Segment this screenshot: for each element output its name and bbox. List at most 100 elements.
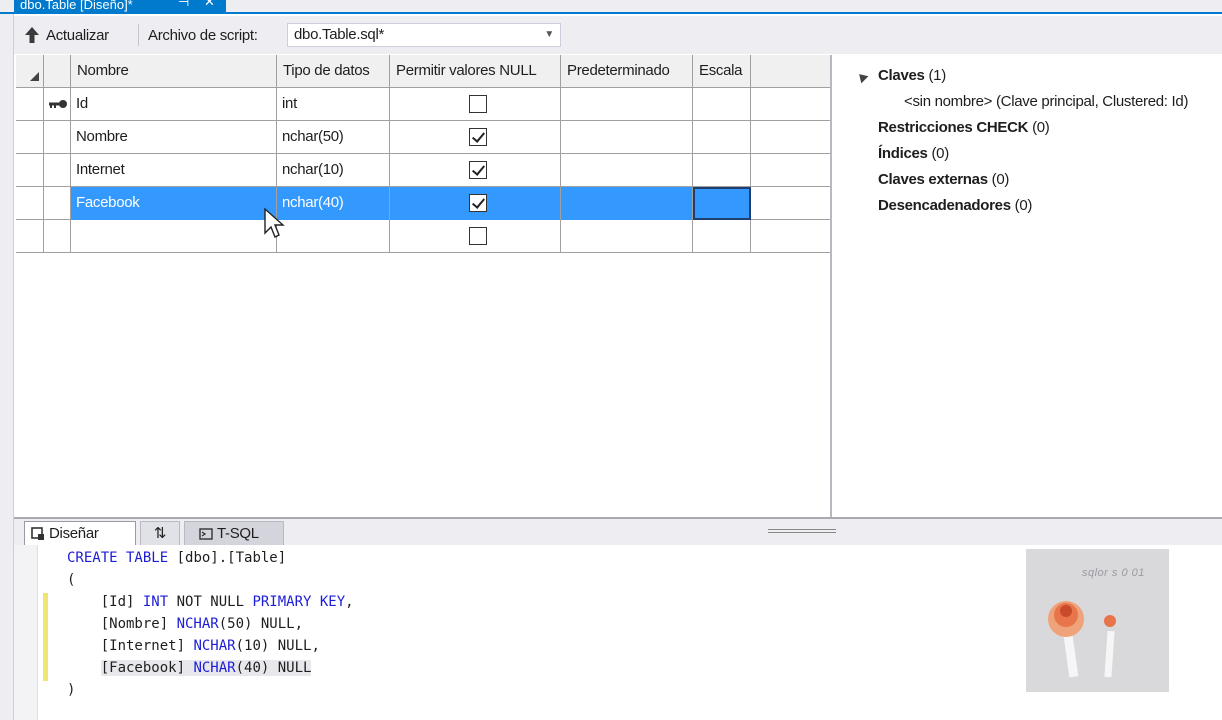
code-line-2: ( <box>67 572 76 588</box>
column-name-cell[interactable]: Id <box>71 88 277 121</box>
document-tab[interactable]: dbo.Table [Diseño]* ⊣ ✕ <box>14 0 226 14</box>
sort-triangle-icon <box>30 72 39 81</box>
script-file-label: Archivo de script: <box>148 27 258 44</box>
grid-header-row: Nombre Tipo de datos Permitir valores NULL… <box>16 55 830 88</box>
header-empty <box>751 55 830 88</box>
column-header[interactable]: Escala <box>693 55 751 88</box>
table-row[interactable] <box>16 220 830 253</box>
row-indicator <box>44 220 71 253</box>
default-value-cell[interactable] <box>561 88 693 121</box>
row-filler <box>751 121 830 154</box>
tab-tsql[interactable]: T-SQL <box>184 521 284 545</box>
pin-icon[interactable]: ⊣ <box>178 0 189 8</box>
default-value-cell[interactable] <box>561 220 693 253</box>
primary-key-item[interactable]: <sin nombre> (Clave principal, Clustered… <box>904 93 1188 110</box>
row-selector[interactable] <box>16 220 44 253</box>
scale-cell[interactable] <box>693 187 751 220</box>
allow-null-checkbox[interactable] <box>469 194 487 212</box>
tsql-icon <box>199 527 213 540</box>
table-row[interactable]: Facebook nchar(40) <box>16 187 830 220</box>
table-row[interactable]: Id int <box>16 88 830 121</box>
tab-design[interactable]: Diseñar <box>24 521 136 545</box>
triggers-node[interactable]: Desencadenadores (0) <box>878 197 1032 214</box>
collapse-triangle-icon[interactable] <box>855 70 869 84</box>
scale-cell[interactable] <box>693 220 751 253</box>
primary-key-icon <box>49 100 67 108</box>
data-type-cell[interactable]: int <box>277 88 390 121</box>
document-tab-title: dbo.Table [Diseño]* <box>20 0 133 12</box>
code-line-6: [Facebook] NCHAR(40) NULL <box>100 660 312 676</box>
code-line-4: [Nombre] NCHAR(50) NULL, <box>67 616 304 632</box>
tab-swap-panes[interactable]: ⇅ <box>140 521 180 545</box>
mouse-cursor-icon <box>264 207 285 238</box>
script-file-value: dbo.Table.sql* <box>294 26 385 43</box>
designer-toolbar: Actualizar Archivo de script: dbo.Table.… <box>14 16 1222 54</box>
code-line-3: [Id] INT NOT NULL PRIMARY KEY, <box>67 594 354 610</box>
row-selector[interactable] <box>16 121 44 154</box>
pane-tab-bar: Diseñar ⇅ T-SQL <box>14 517 1222 545</box>
columns-grid: Nombre Tipo de datos Permitir valores NULL… <box>16 55 830 515</box>
scale-cell[interactable] <box>693 154 751 187</box>
row-indicator <box>44 154 71 187</box>
editor-margin <box>14 545 38 720</box>
design-icon <box>31 526 44 540</box>
default-value-cell[interactable] <box>561 121 693 154</box>
close-icon[interactable]: ✕ <box>204 0 215 8</box>
foreign-keys-node[interactable]: Claves externas (0) <box>878 171 1009 188</box>
change-marker <box>43 593 48 681</box>
table-row[interactable]: Nombre nchar(50) <box>16 121 830 154</box>
allow-null-cell <box>390 187 561 220</box>
row-selector[interactable] <box>16 154 44 187</box>
row-selector[interactable] <box>16 88 44 121</box>
header-spacer <box>44 55 71 88</box>
scale-cell[interactable] <box>693 121 751 154</box>
data-type-cell[interactable]: nchar(50) <box>277 121 390 154</box>
data-type-cell[interactable]: nchar(40) <box>277 187 390 220</box>
allow-null-checkbox[interactable] <box>469 128 487 146</box>
allow-null-cell <box>390 121 561 154</box>
row-filler <box>751 88 830 121</box>
column-name-cell[interactable]: Nombre <box>71 121 277 154</box>
default-value-cell[interactable] <box>561 154 693 187</box>
data-type-cell[interactable] <box>277 220 390 253</box>
allow-null-checkbox[interactable] <box>469 227 487 245</box>
watermark-text: sqlor s 0 01 <box>1082 567 1145 579</box>
row-selector[interactable] <box>16 187 44 220</box>
allow-null-checkbox[interactable] <box>469 95 487 113</box>
code-line-1: CREATE TABLE [dbo].[Table] <box>67 550 287 566</box>
scale-cell[interactable] <box>693 88 751 121</box>
horizontal-splitter-grip[interactable] <box>768 529 836 533</box>
row-filler <box>751 187 830 220</box>
dropdown-arrow-icon[interactable]: ▼ <box>544 24 554 46</box>
keys-node[interactable]: Claves (1) <box>878 67 946 84</box>
column-header[interactable]: Nombre <box>71 55 277 88</box>
allow-null-cell <box>390 88 561 121</box>
vertical-splitter[interactable] <box>830 55 832 517</box>
column-name-cell[interactable]: Facebook <box>71 187 277 220</box>
allow-null-checkbox[interactable] <box>469 161 487 179</box>
check-constraints-node[interactable]: Restricciones CHECK (0) <box>878 119 1050 136</box>
row-filler <box>751 220 830 253</box>
update-button[interactable]: Actualizar <box>24 23 109 47</box>
table-row[interactable]: Internet nchar(10) <box>16 154 830 187</box>
document-tab-strip: dbo.Table [Diseño]* ⊣ ✕ <box>0 0 1222 14</box>
allow-null-cell <box>390 154 561 187</box>
row-indicator <box>44 121 71 154</box>
header-corner[interactable] <box>16 55 44 88</box>
column-name-cell[interactable] <box>71 220 277 253</box>
watermark-logo: sqlor s 0 01 <box>1026 549 1169 692</box>
column-header[interactable]: Tipo de datos <box>277 55 390 88</box>
default-value-cell[interactable] <box>561 187 693 220</box>
row-filler <box>751 154 830 187</box>
table-properties-panel: Claves (1) <sin nombre> (Clave principal… <box>834 55 1222 517</box>
code-line-5: [Internet] NCHAR(10) NULL, <box>67 638 320 654</box>
column-name-cell[interactable]: Internet <box>71 154 277 187</box>
column-header[interactable]: Predeterminado <box>561 55 693 88</box>
update-button-label: Actualizar <box>46 26 109 44</box>
indexes-node[interactable]: Índices (0) <box>878 145 949 162</box>
script-file-select[interactable]: dbo.Table.sql* ▼ <box>287 23 561 47</box>
toolbar-separator <box>138 24 139 46</box>
swap-icon: ⇅ <box>153 524 167 542</box>
column-header[interactable]: Permitir valores NULL <box>390 55 561 88</box>
data-type-cell[interactable]: nchar(10) <box>277 154 390 187</box>
